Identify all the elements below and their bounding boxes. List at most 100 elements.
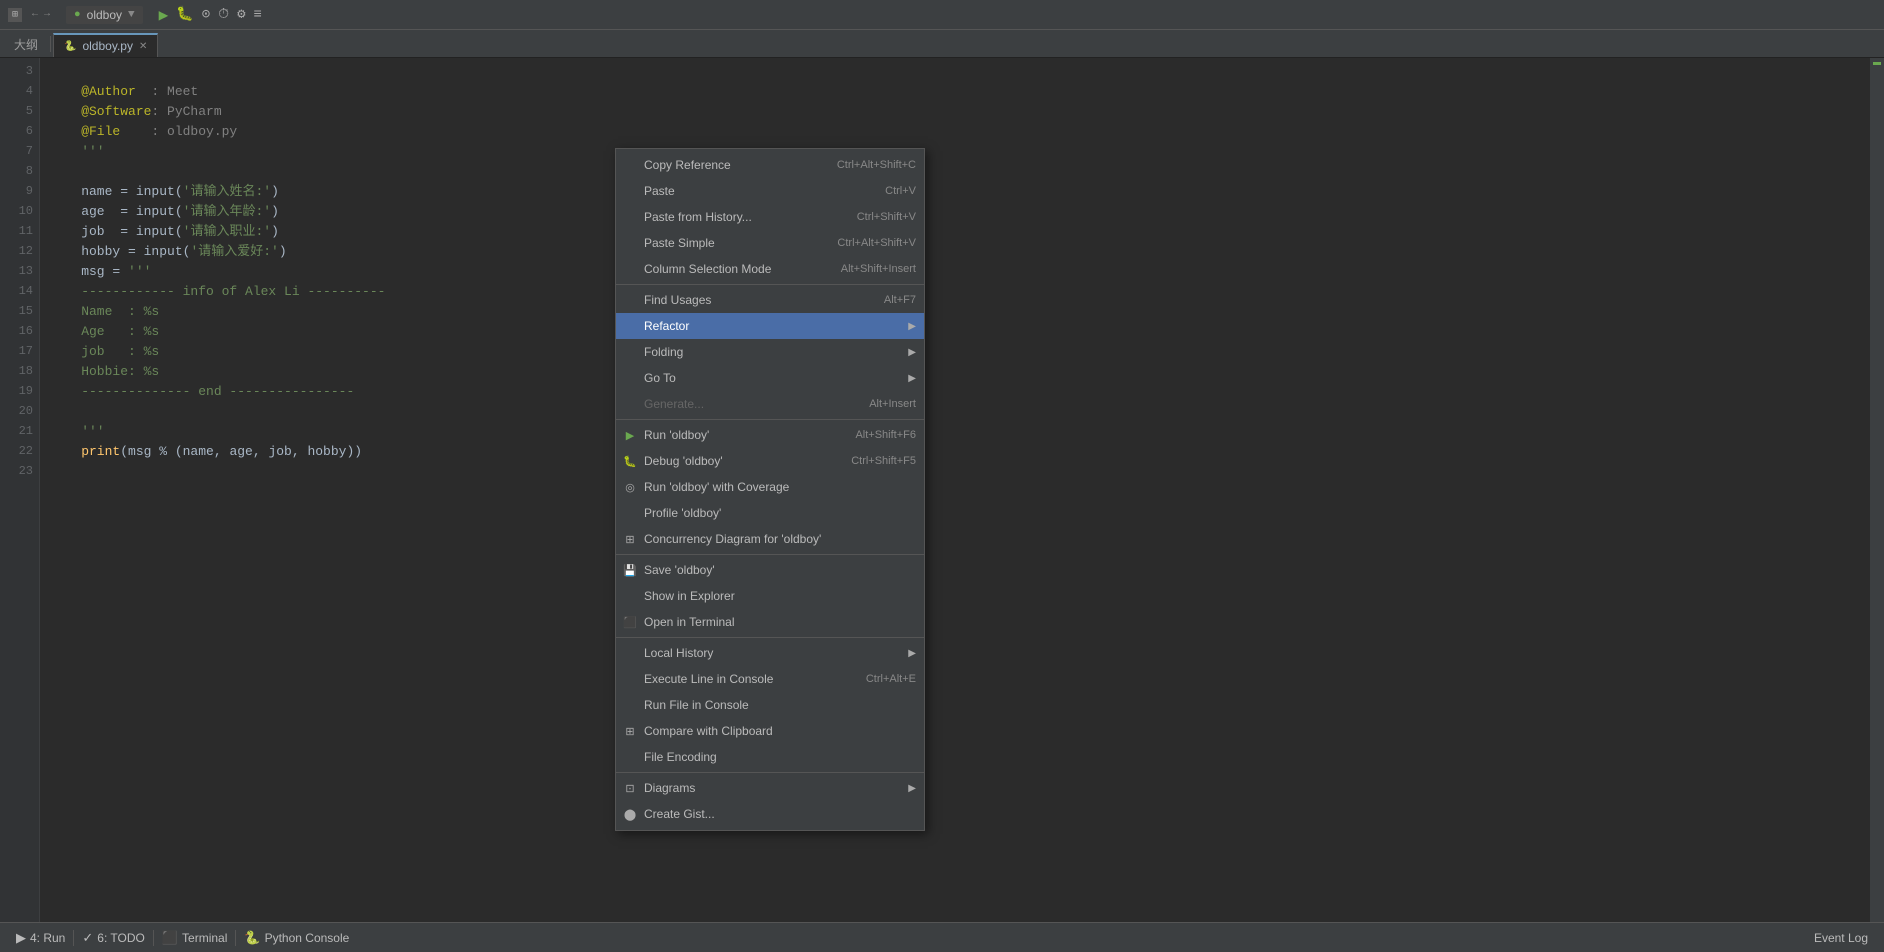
menu-item-create-gist[interactable]: ⬤ Create Gist...: [616, 801, 924, 827]
menu-item-find-usages[interactable]: Find Usages Alt+F7: [616, 287, 924, 313]
menu-label: Find Usages: [644, 293, 711, 307]
menu-label: Create Gist...: [644, 807, 715, 821]
breadcrumb-tab[interactable]: 大纲: [4, 32, 48, 57]
menu-label: Local History: [644, 646, 713, 660]
menu-label: Generate...: [644, 397, 704, 411]
event-log-item[interactable]: Event Log: [1806, 931, 1876, 945]
todo-status-item[interactable]: ✓ 6: TODO: [74, 923, 152, 952]
code-line-12: hobby = input('请输入爱好:'): [50, 242, 1860, 262]
menu-item-run-file-console[interactable]: Run File in Console: [616, 692, 924, 718]
line-num-22: 22: [6, 442, 33, 462]
menu-label: Compare with Clipboard: [644, 724, 773, 738]
line-num-16: 16: [6, 322, 33, 342]
menu-item-show-explorer[interactable]: Show in Explorer: [616, 583, 924, 609]
menu-label: Run 'oldboy' with Coverage: [644, 480, 789, 494]
menu-item-local-history[interactable]: Local History ▶: [616, 640, 924, 666]
event-log-label: Event Log: [1814, 931, 1868, 945]
menu-item-execute-line[interactable]: Execute Line in Console Ctrl+Alt+E: [616, 666, 924, 692]
debug-icon[interactable]: 🐛: [176, 6, 193, 23]
run-status-label: 4: Run: [30, 931, 65, 945]
context-menu: Copy Reference Ctrl+Alt+Shift+C Paste Ct…: [615, 148, 925, 831]
menu-label: Diagrams: [644, 781, 695, 795]
submenu-arrow-icon: ▶: [908, 347, 916, 358]
terminal-status-item[interactable]: ⬛ Terminal: [154, 923, 236, 952]
menu-item-refactor[interactable]: Refactor ▶: [616, 313, 924, 339]
menu-label: Execute Line in Console: [644, 672, 773, 686]
todo-status-icon: ✓: [82, 930, 93, 946]
menu-label: File Encoding: [644, 750, 717, 764]
menu-item-profile[interactable]: Profile 'oldboy': [616, 500, 924, 526]
menu-item-open-terminal[interactable]: ⬛ Open in Terminal: [616, 609, 924, 635]
code-line-9: name = input('请输入姓名:'): [50, 182, 1860, 202]
close-tab-icon[interactable]: ✕: [139, 41, 147, 52]
menu-item-goto[interactable]: Go To ▶: [616, 365, 924, 391]
menu-shortcut: Ctrl+Alt+Shift+V: [817, 237, 916, 249]
menu-shortcut: Ctrl+Alt+Shift+C: [817, 159, 916, 171]
menu-item-paste-simple[interactable]: Paste Simple Ctrl+Alt+Shift+V: [616, 230, 924, 256]
settings-icon[interactable]: ⚙: [237, 6, 245, 23]
menu-shortcut: Alt+Shift+F6: [835, 429, 916, 441]
menu-shortcut: Ctrl+Alt+E: [846, 673, 916, 685]
line-num-17: 17: [6, 342, 33, 362]
menu-item-debug[interactable]: 🐛 Debug 'oldboy' Ctrl+Shift+F5: [616, 448, 924, 474]
more-icon[interactable]: ≡: [254, 7, 262, 23]
separator-2: [616, 419, 924, 420]
submenu-arrow-icon: ▶: [908, 373, 916, 384]
file-tab-label: oldboy.py: [82, 39, 132, 53]
menu-item-run[interactable]: ▶ Run 'oldboy' Alt+Shift+F6: [616, 422, 924, 448]
menu-shortcut: Alt+Insert: [849, 398, 916, 410]
menu-item-concurrency[interactable]: ⊞ Concurrency Diagram for 'oldboy': [616, 526, 924, 552]
menu-item-paste[interactable]: Paste Ctrl+V: [616, 178, 924, 204]
terminal-status-label: Terminal: [182, 931, 227, 945]
line-num-9: 9: [6, 182, 33, 202]
line-num-20: 20: [6, 402, 33, 422]
python-file-icon: 🐍: [64, 41, 76, 52]
run-icon[interactable]: ▶: [159, 5, 169, 25]
right-gutter[interactable]: [1870, 58, 1884, 922]
run-menu-icon: ▶: [622, 427, 638, 443]
gutter-mark: [1873, 62, 1881, 65]
menu-item-save[interactable]: 💾 Save 'oldboy': [616, 557, 924, 583]
code-line-22: print(msg % (name, age, job, hobby)): [50, 442, 1860, 462]
title-bar: ⊞ ← → ● oldboy ▼ ▶ 🐛 ⊙ ⏱ ⚙ ≡: [0, 0, 1884, 30]
menu-label: Run 'oldboy': [644, 428, 709, 442]
menu-item-run-coverage[interactable]: ◎ Run 'oldboy' with Coverage: [616, 474, 924, 500]
menu-item-folding[interactable]: Folding ▶: [616, 339, 924, 365]
line-num-6: 6: [6, 122, 33, 142]
profile-icon[interactable]: ⏱: [218, 7, 229, 23]
editor[interactable]: 3 4 5 6 7 8 9 10 11 12 13 14 15 16 17 18…: [0, 58, 1884, 922]
menu-item-compare-clipboard[interactable]: ⊞ Compare with Clipboard: [616, 718, 924, 744]
menu-item-diagrams[interactable]: ⊡ Diagrams ▶: [616, 775, 924, 801]
menu-label: Folding: [644, 345, 683, 359]
menu-item-file-encoding[interactable]: File Encoding: [616, 744, 924, 770]
code-line-6: @File : oldboy.py: [50, 122, 1860, 142]
code-line-4: @Author : Meet: [50, 82, 1860, 102]
run-status-item[interactable]: ▶ 4: Run: [8, 923, 73, 952]
coverage-icon[interactable]: ⊙: [202, 6, 210, 23]
menu-item-paste-history[interactable]: Paste from History... Ctrl+Shift+V: [616, 204, 924, 230]
code-line-16: Age : %s: [50, 322, 1860, 342]
menu-item-column-selection[interactable]: Column Selection Mode Alt+Shift+Insert: [616, 256, 924, 282]
code-line-19: -------------- end ----------------: [50, 382, 1860, 402]
line-num-8: 8: [6, 162, 33, 182]
code-area[interactable]: @Author : Meet @Software: PyCharm @File …: [40, 58, 1870, 922]
code-line-7: ''': [50, 142, 1860, 162]
python-console-status-item[interactable]: 🐍 Python Console: [236, 923, 357, 952]
terminal-menu-icon: ⬛: [622, 614, 638, 630]
line-num-14: 14: [6, 282, 33, 302]
line-num-18: 18: [6, 362, 33, 382]
coverage-menu-icon: ◎: [622, 479, 638, 495]
file-tab-oldboy[interactable]: 🐍 oldboy.py ✕: [53, 33, 158, 57]
code-line-20: [50, 402, 1860, 422]
tabs-bar: 大纲 🐍 oldboy.py ✕: [0, 30, 1884, 58]
line-num-13: 13: [6, 262, 33, 282]
separator-5: [616, 772, 924, 773]
code-line-8: [50, 162, 1860, 182]
menu-item-copy-reference[interactable]: Copy Reference Ctrl+Alt+Shift+C: [616, 152, 924, 178]
compare-menu-icon: ⊞: [622, 723, 638, 739]
project-name: oldboy: [87, 8, 122, 22]
diagrams-menu-icon: ⊡: [622, 780, 638, 796]
status-bar: ▶ 4: Run ✓ 6: TODO ⬛ Terminal 🐍 Python C…: [0, 922, 1884, 952]
menu-label: Paste from History...: [644, 210, 752, 224]
menu-shortcut: Ctrl+V: [865, 185, 916, 197]
